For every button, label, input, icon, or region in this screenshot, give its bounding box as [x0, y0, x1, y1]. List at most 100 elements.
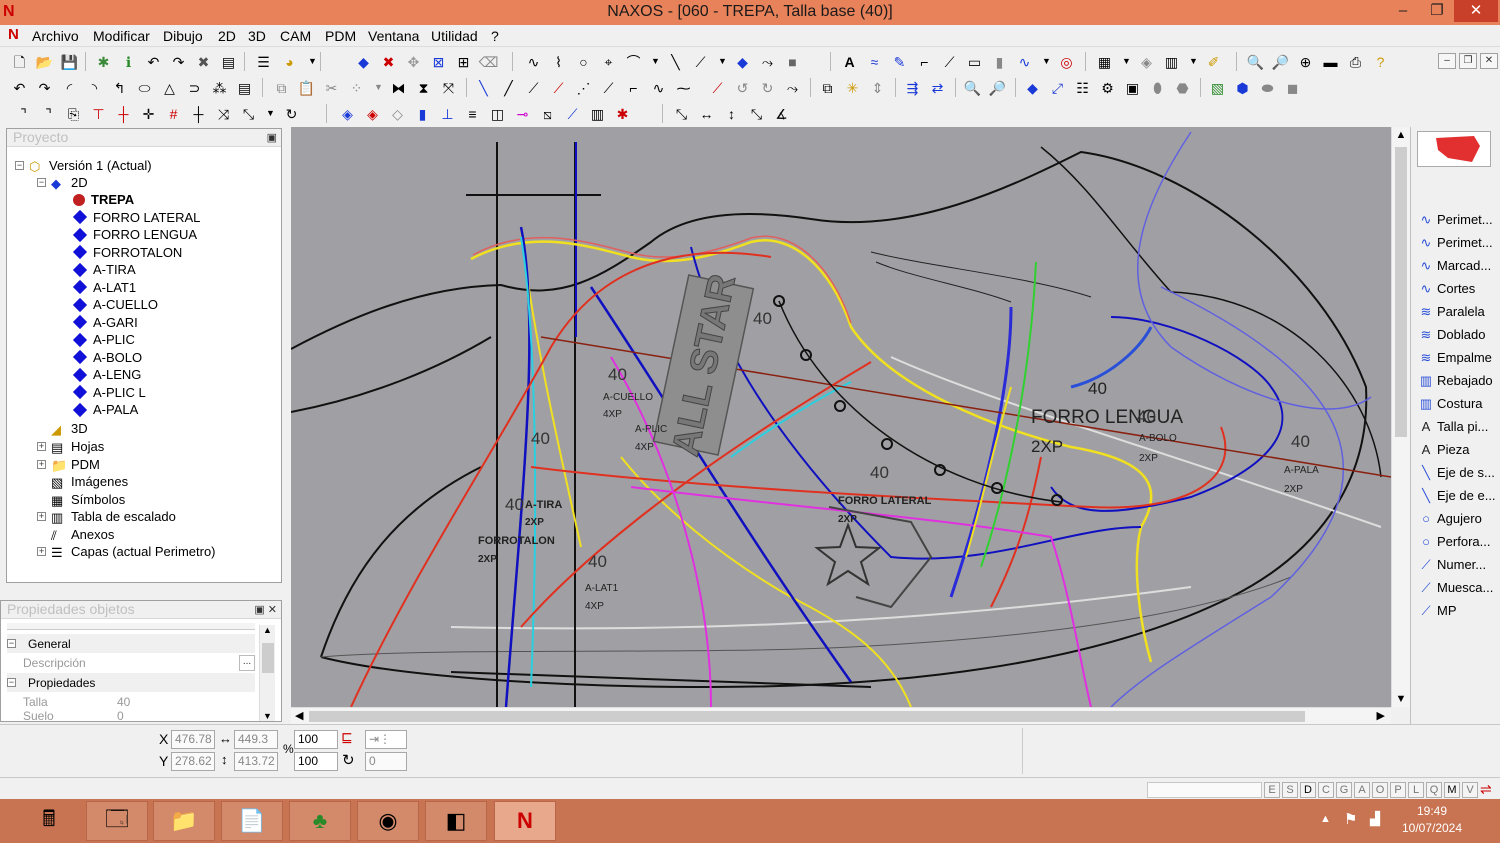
document-icon[interactable]: N — [8, 26, 19, 43]
tool-item[interactable]: ∿ Cortes — [1417, 278, 1499, 299]
tool-item[interactable]: ○ Perfora... — [1417, 531, 1499, 552]
network-tray-icon[interactable]: ▟ — [1370, 811, 1380, 827]
tool-item[interactable]: ≋ Paralela — [1417, 301, 1499, 322]
talla-value[interactable]: 40 — [117, 695, 130, 709]
page-icon[interactable]: ⎘ — [64, 104, 83, 123]
tool-item[interactable]: ∿ Marcad... — [1417, 255, 1499, 276]
tree-piece-item[interactable]: TREPA — [73, 191, 134, 208]
properties-icon[interactable]: ▤ — [219, 52, 238, 71]
status-flag[interactable]: S — [1282, 782, 1298, 798]
tool-item[interactable]: ○ Agujero — [1417, 508, 1499, 529]
polyline-icon[interactable]: ⟋ — [691, 52, 710, 71]
tool-item[interactable]: ⟋ Numer... — [1417, 554, 1499, 575]
shoe-icon[interactable]: ⬬ — [1258, 78, 1277, 97]
window-icon[interactable]: ▣ — [1123, 78, 1142, 97]
tool-item[interactable]: ▥ Rebajado — [1417, 370, 1499, 391]
tool-item[interactable]: ╲ Eje de s... — [1417, 462, 1499, 483]
collapse-icon[interactable]: − — [7, 678, 16, 687]
tree-node-tabla[interactable]: ▥ Tabla de escalado — [51, 508, 176, 525]
maximize-button[interactable]: ❐ — [1420, 0, 1454, 22]
status-flag[interactable]: L — [1408, 782, 1424, 798]
ellipse-icon[interactable]: ⬭ — [135, 78, 154, 97]
tree-piece-item[interactable]: A-PLIC — [72, 331, 135, 348]
tree-piece-item[interactable]: A-CUELLO — [72, 296, 158, 313]
node-icon[interactable]: ⁘ — [347, 78, 366, 97]
menu-archivo[interactable]: Archivo — [32, 28, 79, 44]
path-icon[interactable]: ⤳ — [783, 78, 802, 97]
curve2-icon[interactable]: ∿ — [649, 78, 668, 97]
curve3-icon[interactable]: ⁓ — [674, 78, 693, 97]
dropdown-arrow-icon[interactable]: ▼ — [646, 52, 665, 71]
angle-icon[interactable]: ∡ — [772, 104, 791, 123]
mdi-restore-button[interactable]: ❐ — [1459, 53, 1477, 69]
calculator-app-icon[interactable]: 🖩 — [18, 801, 80, 841]
equal-icon[interactable]: ≡ — [463, 104, 482, 123]
mdi-close-button[interactable]: ✕ — [1480, 53, 1498, 69]
tool-status-icon[interactable]: ⇌ — [1480, 781, 1492, 798]
preview-thumbnail[interactable] — [1417, 131, 1491, 167]
tree-piece-item[interactable]: A-PALA — [72, 401, 138, 418]
columns-icon[interactable]: ◫ — [488, 104, 507, 123]
status-flag[interactable]: G — [1336, 782, 1352, 798]
delete-icon[interactable]: ✖ — [194, 52, 213, 71]
burst-icon[interactable]: ✱ — [613, 104, 632, 123]
corner-resize-icon[interactable]: ⤡ — [747, 104, 766, 123]
tool-item[interactable]: ≋ Doblado — [1417, 324, 1499, 345]
cancel-icon[interactable]: ✖ — [379, 52, 398, 71]
pipe-icon[interactable]: ⊸ — [513, 104, 532, 123]
status-flag[interactable]: C — [1318, 782, 1334, 798]
gear-tool-icon[interactable]: ✱ — [94, 52, 113, 71]
blob-icon[interactable]: ⬮ — [1148, 78, 1167, 97]
hatch-icon[interactable]: ▤ — [235, 78, 254, 97]
redo-icon[interactable]: ↷ — [169, 52, 188, 71]
scroll-right-icon[interactable]: ▶ — [1377, 709, 1385, 722]
settings-icon[interactable]: ⚙ — [1098, 78, 1117, 97]
tree-piece-item[interactable]: A-BOLO — [72, 349, 142, 366]
collapse-icon[interactable]: − — [37, 178, 46, 187]
width-field[interactable]: 449.3 — [234, 730, 278, 749]
tool-item[interactable]: ╲ Eje de e... — [1417, 485, 1499, 506]
line5-icon[interactable]: ⟋ — [599, 78, 618, 97]
plant-app-icon[interactable]: ♣ — [289, 801, 351, 841]
tag-icon[interactable]: ◈ — [1137, 52, 1156, 71]
print-icon[interactable]: ⎙ — [1346, 52, 1365, 71]
chrome-app-icon[interactable]: ◉ — [357, 801, 419, 841]
crosshair-icon[interactable]: ⌖ — [599, 52, 618, 71]
chamfer-icon[interactable]: ◝ — [85, 78, 104, 97]
diamond-tool-icon[interactable]: ◆ — [1023, 78, 1042, 97]
corner-tool-icon[interactable]: ⌝ — [14, 104, 33, 123]
line2-icon[interactable]: ╲ — [474, 78, 493, 97]
tool-item[interactable]: ▥ Costura — [1417, 393, 1499, 414]
drawing-canvas[interactable]: ALL STAR FORRO LENGUA 2XP FORRO LATERAL … — [291, 127, 1391, 707]
slope-icon[interactable]: ⟋ — [563, 104, 582, 123]
minimize-button[interactable]: – — [1386, 0, 1420, 22]
updown-icon[interactable]: ⇕ — [868, 78, 887, 97]
tree-root[interactable]: ⬡ Versión 1 (Actual) — [29, 157, 152, 174]
zoom-tool-icon[interactable]: 🔍 — [963, 78, 982, 97]
divider-icon[interactable]: ┼ — [189, 104, 208, 123]
status-flag[interactable]: D — [1300, 782, 1316, 798]
explorer-app-icon[interactable]: 🗔 — [86, 801, 148, 841]
horizontal-scrollbar[interactable]: ◀ ▶ — [291, 707, 1391, 724]
tree-piece-item[interactable]: A-TIRA — [72, 261, 136, 278]
fillet-icon[interactable]: ◜ — [60, 78, 79, 97]
menu-modificar[interactable]: Modificar — [93, 28, 150, 44]
tree-piece-item[interactable]: A-PLIC L — [72, 384, 146, 401]
corner-icon[interactable]: ⌐ — [915, 52, 934, 71]
fill-icon[interactable]: ■ — [783, 52, 802, 71]
scale-y-field[interactable]: 100 — [294, 752, 338, 771]
menu-cam[interactable]: CAM — [280, 28, 311, 44]
star-tool-icon[interactable]: ✳ — [843, 78, 862, 97]
scale-x-field[interactable]: 100 — [294, 730, 338, 749]
tool-item[interactable]: ∿ Perimet... — [1417, 232, 1499, 253]
ruler-icon[interactable]: ▬ — [1321, 52, 1340, 71]
plumb-icon[interactable]: ⊥ — [438, 104, 457, 123]
dropdown-arrow-icon[interactable]: ▼ — [713, 52, 732, 71]
document-app-icon[interactable]: 📄 — [221, 801, 283, 841]
duplicate-icon[interactable]: ⧉ — [818, 78, 837, 97]
expand-icon[interactable]: + — [37, 442, 46, 451]
collapse-icon[interactable]: − — [15, 161, 24, 170]
shape-icon[interactable]: ◇ — [388, 104, 407, 123]
brush-icon[interactable]: ⟋ — [549, 78, 568, 97]
menu-help[interactable]: ? — [491, 28, 499, 44]
